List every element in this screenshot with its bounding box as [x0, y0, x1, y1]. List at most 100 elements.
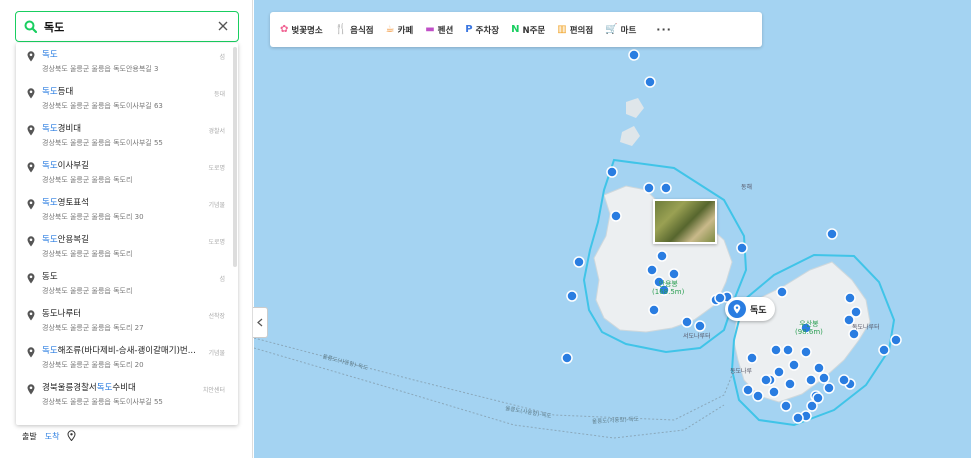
peak-label-west: 안용봉 (168.5m) — [652, 280, 685, 296]
poi-dot[interactable] — [878, 344, 890, 356]
bed-icon: ▬ — [425, 23, 435, 35]
suggestion-item[interactable]: 경북울릉경찰서독도수비대경상북도 울릉군 울릉읍 독도이사부길 55 치안센터 — [16, 376, 238, 413]
poi-dot[interactable] — [681, 316, 693, 328]
suggestion-address: 경상북도 울릉군 울릉읍 독도리 20 — [42, 361, 144, 369]
map-canvas[interactable]: 동해 안용봉 (168.5m) 우산봉 (98.6m) 서도나루터 독도나루터 동도… — [254, 0, 971, 458]
poi-dot[interactable] — [823, 382, 835, 394]
poi-dot[interactable] — [660, 182, 672, 194]
place-photo-thumbnail[interactable] — [653, 199, 717, 244]
collapse-panel-button[interactable] — [253, 307, 268, 338]
poi-dot[interactable] — [890, 334, 902, 346]
poi-dot[interactable] — [782, 344, 794, 356]
poi-dot[interactable] — [714, 292, 726, 304]
poi-dot[interactable] — [566, 290, 578, 302]
poi-dot[interactable] — [838, 374, 850, 386]
suggestion-address: 경상북도 울릉군 울릉읍 독도리 — [42, 287, 133, 295]
category-bar: ✿ 벚꽃명소 🍴 음식점 ☕ 카페 ▬ 펜션 P 주차장 N N주문 ▥ 편의점 🛒 마트 ··· — [270, 12, 762, 47]
poi-dot[interactable] — [800, 346, 812, 358]
suggestion-address: 경상북도 울릉군 울릉읍 독도이사부길 55 — [42, 398, 163, 406]
arrive-link[interactable]: 도착 — [45, 431, 60, 442]
suggestion-item[interactable]: 동도 경상북도 울릉군 울릉읍 독도리 섬 — [16, 265, 238, 302]
poi-dot[interactable] — [812, 392, 824, 404]
suggestion-category: 등대 — [213, 91, 225, 98]
more-categories-button[interactable]: ··· — [656, 23, 672, 36]
category-n-order[interactable]: N N주문 — [511, 24, 545, 36]
suggestion-category: 섬 — [219, 276, 225, 283]
category-cherry-blossom[interactable]: ✿ 벚꽃명소 — [280, 24, 323, 36]
poi-dot[interactable] — [752, 390, 764, 402]
poi-dot[interactable] — [610, 210, 622, 222]
poi-dot[interactable] — [643, 182, 655, 194]
chevron-left-icon — [257, 318, 263, 327]
suggestion-item[interactable]: 독도이사부길 경상북도 울릉군 울릉읍 독도리 도로명 — [16, 154, 238, 191]
category-parking[interactable]: P 주차장 — [465, 24, 499, 36]
suggestion-item[interactable]: 독도안용복길 경상북도 울릉군 울릉읍 독도리 도로명 — [16, 228, 238, 265]
poi-dot[interactable] — [780, 400, 792, 412]
suggestion-title: 경북울릉경찰서독도수비대 — [42, 383, 136, 393]
depart-link[interactable]: 출발 — [22, 431, 37, 442]
poi-dot[interactable] — [742, 384, 754, 396]
map-label-east-dock: 독도나루터 — [852, 324, 880, 331]
poi-dot[interactable] — [746, 352, 758, 364]
selected-place-marker[interactable]: 독도 — [725, 297, 775, 321]
suggestion-scrollbar[interactable] — [233, 47, 237, 267]
category-bed[interactable]: ▬ 펜션 — [425, 24, 453, 36]
suggestion-item[interactable]: 독도해조류(바다제비-승새-괭이갈매기)번... 경상북도 울릉군 울릉읍 독도리… — [16, 339, 238, 376]
poi-dot[interactable] — [770, 344, 782, 356]
clear-search-button[interactable] — [214, 17, 232, 35]
suggestion-item[interactable]: 독도 경상북도 울릉군 울릉읍 독도안용복길 3 섬 — [16, 43, 238, 80]
suggestion-list: 독도 경상북도 울릉군 울릉읍 독도안용복길 3 섬독도등대경상북도 울릉군 울릉읍… — [16, 43, 238, 425]
location-pin-icon — [27, 347, 35, 361]
poi-dot[interactable] — [788, 359, 800, 371]
location-pin-icon — [27, 199, 35, 213]
poi-dot[interactable] — [792, 412, 804, 424]
suggestion-category: 기념물 — [208, 202, 225, 209]
poi-dot[interactable] — [773, 366, 785, 378]
poi-dot[interactable] — [805, 374, 817, 386]
poi-dot[interactable] — [844, 292, 856, 304]
location-pin-icon[interactable] — [67, 430, 76, 443]
location-pin-icon — [27, 162, 35, 176]
suggestion-category: 치안센터 — [202, 387, 225, 394]
close-icon — [218, 21, 228, 31]
category-coffee-cup[interactable]: ☕ 카페 — [386, 24, 414, 36]
category-convenience-store[interactable]: ▥ 편의점 — [557, 24, 593, 36]
suggestion-address: 경상북도 울릉군 울릉읍 독도이사부길 63 — [42, 102, 163, 110]
map-pin-icon — [728, 300, 746, 318]
poi-dot[interactable] — [784, 378, 796, 390]
poi-dot[interactable] — [628, 49, 640, 61]
search-input[interactable] — [44, 20, 204, 33]
suggestion-item[interactable]: 독도영토표석 경상북도 울릉군 울릉읍 독도리 30 기념물 — [16, 191, 238, 228]
category-cart[interactable]: 🛒 마트 — [605, 24, 636, 36]
poi-dot[interactable] — [818, 372, 830, 384]
fork-knife-icon: 🍴 — [334, 23, 348, 35]
coffee-cup-icon: ☕ — [385, 23, 395, 35]
poi-dot[interactable] — [656, 250, 668, 262]
suggestion-item[interactable]: 동도나루터 경상북도 울릉군 울릉읍 독도리 27 선착장 — [16, 302, 238, 339]
location-pin-icon — [27, 273, 35, 287]
left-panel: 독도경상북도 울릉군 울릉읍 독도안용복길 3섬독도등대경상북도 울릉군 울릉읍… — [0, 0, 253, 458]
poi-dot[interactable] — [668, 268, 680, 280]
poi-dot[interactable] — [813, 362, 825, 374]
selected-place-label: 독도 — [750, 305, 767, 316]
poi-dot[interactable] — [644, 76, 656, 88]
location-pin-icon — [27, 236, 35, 250]
location-pin-icon — [27, 51, 35, 65]
poi-dot[interactable] — [768, 386, 780, 398]
poi-dot[interactable] — [694, 320, 706, 332]
poi-dot[interactable] — [606, 166, 618, 178]
category-fork-knife[interactable]: 🍴 음식점 — [335, 24, 374, 36]
suggestion-title: 독도등대 — [42, 87, 74, 97]
poi-dot[interactable] — [736, 242, 748, 254]
poi-dot[interactable] — [561, 352, 573, 364]
suggestion-item[interactable]: 독도경비대 경상북도 울릉군 울릉읍 독도이사부길 55 경찰서 — [16, 117, 238, 154]
ferry-route-line — [254, 347, 725, 439]
search-box[interactable] — [15, 11, 239, 42]
poi-dot[interactable] — [646, 264, 658, 276]
poi-dot[interactable] — [760, 374, 772, 386]
poi-dot[interactable] — [826, 228, 838, 240]
poi-dot[interactable] — [573, 256, 585, 268]
poi-dot[interactable] — [648, 304, 660, 316]
suggestion-item[interactable]: 독도등대경상북도 울릉군 울릉읍 독도이사부길 63 등대 — [16, 80, 238, 117]
poi-dot[interactable] — [776, 286, 788, 298]
